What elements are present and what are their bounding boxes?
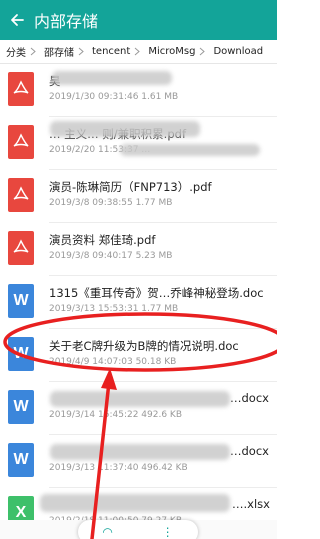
file-row[interactable]: W …docx 2019/3/13 11:37:40 496.42 KB [0, 435, 277, 488]
file-row[interactable]: 演员-陈琳简历（FNP713）.pdf 2019/3/8 09:38:55 1.… [0, 170, 277, 223]
arrow-left-icon [11, 14, 24, 26]
chevron-right-icon [28, 47, 38, 56]
word-doc-icon: W [8, 284, 34, 318]
file-meta: 2019/3/13 11:37:40 496.42 KB [49, 463, 188, 473]
breadcrumb-item-micromsg[interactable]: MicroMsg [142, 46, 197, 57]
pdf-icon [8, 125, 34, 159]
word-doc-icon: W [8, 390, 34, 424]
redaction-blur [120, 144, 260, 156]
redaction-blur [50, 444, 230, 460]
breadcrumb-item-download[interactable]: Download [207, 46, 265, 57]
breadcrumb-item-tencent[interactable]: tencent [86, 46, 132, 57]
file-name: …docx [230, 444, 269, 458]
app-header: 内部存储 [0, 0, 277, 40]
file-name: 演员-陈琳简历（FNP713）.pdf [49, 180, 212, 194]
pdf-icon [8, 178, 34, 212]
file-meta: 2019/1/30 09:31:46 1.61 MB [49, 92, 179, 102]
back-button[interactable] [0, 0, 34, 40]
file-row[interactable]: W 关于老C牌升级为B牌的情况说明.doc 2019/4/9 14:07:03 … [0, 329, 277, 382]
redaction-blur [40, 494, 230, 512]
chevron-right-icon [76, 47, 86, 56]
file-meta: 2019/3/8 09:38:55 1.77 MB [49, 198, 173, 208]
more-icon[interactable]: ⋮ [162, 525, 174, 539]
file-name: 演员资料 郑佳琦.pdf [49, 233, 156, 247]
file-row[interactable]: W 1315《重耳传奇》贺…乔峰神秘登场.doc 2019/3/13 15:53… [0, 276, 277, 329]
file-meta: 2019/4/9 14:07:03 50.18 KB [49, 357, 177, 367]
sort-icon[interactable]: ◠ [102, 525, 112, 539]
redaction-blur [50, 121, 200, 137]
breadcrumb: 分类 邵存储 tencent MicroMsg Download [0, 40, 277, 64]
file-meta: 2019/3/13 15:53:31 1.77 MB [49, 304, 179, 314]
file-meta: 2019/3/14 15:45:22 492.6 KB [49, 410, 182, 420]
chevron-right-icon [197, 47, 207, 56]
file-row[interactable]: W …docx 2019/3/14 15:45:22 492.6 KB [0, 382, 277, 435]
breadcrumb-item-category[interactable]: 分类 [0, 44, 28, 59]
page-title: 内部存储 [34, 12, 99, 31]
breadcrumb-item-storage[interactable]: 邵存储 [38, 44, 76, 59]
file-name: 关于老C牌升级为B牌的情况说明.doc [49, 339, 239, 353]
redaction-blur [52, 71, 172, 85]
file-row[interactable]: 演员资料 郑佳琦.pdf 2019/3/8 09:40:17 5.23 MB [0, 223, 277, 276]
word-doc-icon: W [8, 443, 34, 477]
file-name: ….xlsx [232, 497, 270, 511]
word-doc-icon: W [8, 337, 34, 371]
pdf-icon [8, 231, 34, 265]
file-meta: 2019/3/8 09:40:17 5.23 MB [49, 251, 173, 261]
chevron-right-icon [132, 47, 142, 56]
bottom-action-bar[interactable]: ◠ ⋮ [78, 520, 198, 539]
file-name: …docx [230, 391, 269, 405]
file-name: 1315《重耳传奇》贺…乔峰神秘登场.doc [49, 286, 264, 300]
redaction-blur [50, 391, 230, 407]
file-list: 昊 2019/1/30 09:31:46 1.61 MB … 主义… 则/兼职积… [0, 64, 277, 539]
pdf-icon [8, 72, 34, 106]
